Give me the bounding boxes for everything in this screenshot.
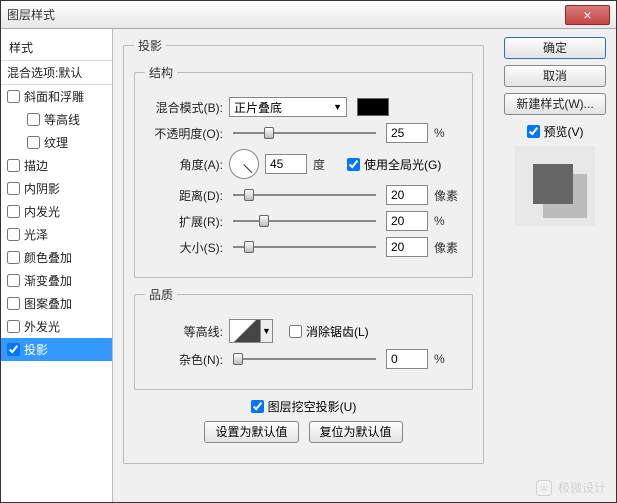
spread-label: 扩展(R): [145,213,223,230]
set-default-button[interactable]: 设置为默认值 [204,421,298,443]
checkbox-icon[interactable] [27,113,40,126]
sidebar-blend-options[interactable]: 混合选项:默认 [1,60,112,85]
panel-title: 投影 [134,37,166,54]
sidebar-item-gradient-overlay[interactable]: 渐变叠加 [1,269,112,292]
global-light-checkbox[interactable]: 使用全局光(G) [347,156,441,173]
blend-mode-label: 混合模式(B): [145,99,223,116]
cancel-button[interactable]: 取消 [504,65,606,87]
unit-px: 像素 [434,239,462,256]
checkbox-icon[interactable] [347,158,360,171]
group-quality-legend: 品质 [145,286,177,303]
angle-dial[interactable] [229,149,259,179]
sidebar-item-bevel[interactable]: 斜面和浮雕 [1,85,112,108]
checkbox-icon[interactable] [7,90,20,103]
unit-percent: % [434,214,462,228]
contour-label: 等高线: [145,323,223,340]
opacity-label: 不透明度(O): [145,125,223,142]
sidebar-item-inner-shadow[interactable]: 内阴影 [1,177,112,200]
chevron-down-icon: ▼ [333,102,342,112]
chevron-down-icon[interactable]: ▼ [261,319,273,343]
distance-label: 距离(D): [145,187,223,204]
checkbox-icon[interactable] [7,320,20,333]
distance-input[interactable]: 20 [386,185,428,205]
sidebar-item-satin[interactable]: 光泽 [1,223,112,246]
new-style-button[interactable]: 新建样式(W)... [504,93,606,115]
noise-label: 杂色(N): [145,351,223,368]
noise-input[interactable]: 0 [386,349,428,369]
checkbox-icon[interactable] [7,251,20,264]
color-swatch[interactable] [357,98,389,116]
opacity-input[interactable]: 25 [386,123,428,143]
checkbox-icon[interactable] [7,297,20,310]
checkbox-icon[interactable] [289,325,302,338]
size-label: 大小(S): [145,239,223,256]
contour-picker[interactable] [229,319,261,343]
preview-thumbnail [515,146,595,226]
unit-degree: 度 [313,156,341,173]
spread-slider[interactable] [233,213,376,229]
checkbox-icon[interactable] [527,123,540,140]
sidebar-item-pattern-overlay[interactable]: 图案叠加 [1,292,112,315]
group-structure-legend: 结构 [145,64,177,81]
checkbox-icon[interactable] [7,274,20,287]
angle-label: 角度(A): [145,156,223,173]
checkbox-icon[interactable] [251,400,264,413]
watermark: w极微设计 [536,479,606,496]
blend-mode-select[interactable]: 正片叠底▼ [229,97,347,117]
unit-percent: % [434,352,462,366]
size-slider[interactable] [233,239,376,255]
sidebar-item-outer-glow[interactable]: 外发光 [1,315,112,338]
opacity-slider[interactable] [233,125,376,141]
distance-slider[interactable] [233,187,376,203]
sidebar-item-inner-glow[interactable]: 内发光 [1,200,112,223]
angle-input[interactable]: 45 [265,154,307,174]
preview-checkbox[interactable]: 预览(V) [504,123,606,140]
checkbox-icon[interactable] [7,182,20,195]
sidebar-item-drop-shadow[interactable]: 投影 [1,338,112,361]
wechat-icon: w [536,480,552,496]
sidebar-item-color-overlay[interactable]: 颜色叠加 [1,246,112,269]
window-title: 图层样式 [7,6,55,23]
styles-sidebar: 样式 混合选项:默认 斜面和浮雕 等高线 纹理 描边 内阴影 内发光 光泽 颜色… [1,29,113,502]
ok-button[interactable]: 确定 [504,37,606,59]
sidebar-header: 样式 [1,35,112,60]
group-structure: 结构 混合模式(B): 正片叠底▼ 不透明度(O): 25 % 角度(A): 4… [134,64,473,278]
noise-slider[interactable] [233,351,376,367]
sidebar-item-contour[interactable]: 等高线 [1,108,112,131]
antialias-checkbox[interactable]: 消除锯齿(L) [289,323,369,340]
spread-input[interactable]: 20 [386,211,428,231]
checkbox-icon[interactable] [7,343,20,356]
size-input[interactable]: 20 [386,237,428,257]
checkbox-icon[interactable] [7,228,20,241]
reset-default-button[interactable]: 复位为默认值 [309,421,403,443]
close-button[interactable]: × [565,5,610,25]
checkbox-icon[interactable] [27,136,40,149]
checkbox-icon[interactable] [7,159,20,172]
checkbox-icon[interactable] [7,205,20,218]
knockout-checkbox[interactable]: 图层挖空投影(U) [251,398,357,415]
sidebar-item-texture[interactable]: 纹理 [1,131,112,154]
unit-percent: % [434,126,462,140]
sidebar-item-stroke[interactable]: 描边 [1,154,112,177]
panel-drop-shadow: 投影 结构 混合模式(B): 正片叠底▼ 不透明度(O): 25 % 角度(A)… [123,37,484,464]
unit-px: 像素 [434,187,462,204]
group-quality: 品质 等高线: ▼ 消除锯齿(L) 杂色(N): 0 % [134,286,473,390]
